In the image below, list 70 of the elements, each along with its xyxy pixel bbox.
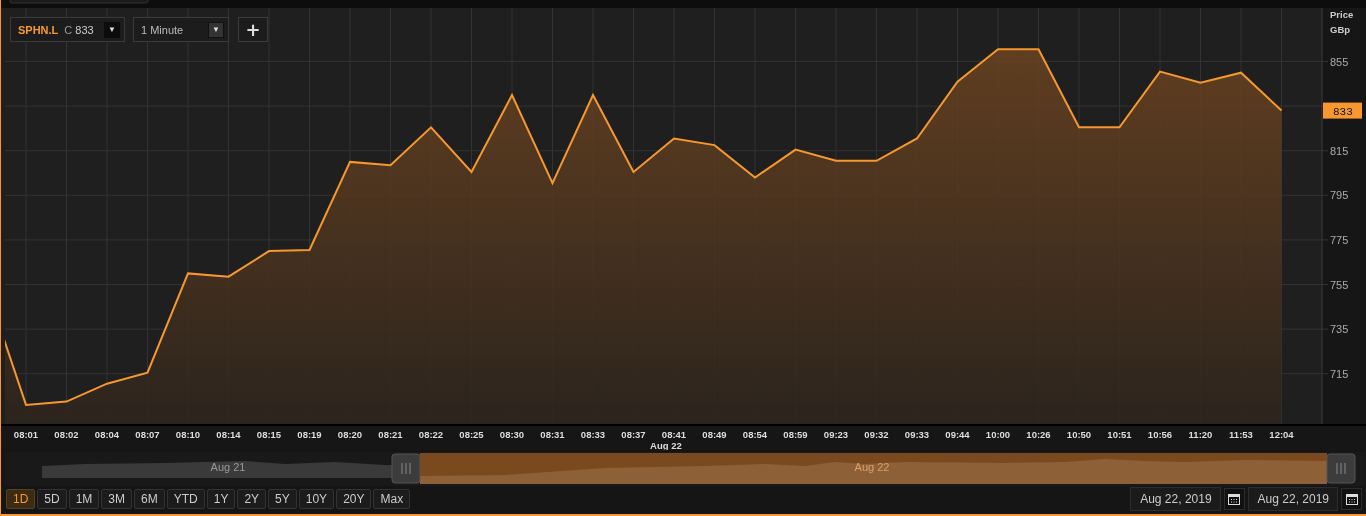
x-axis-label: 08:21 bbox=[378, 429, 403, 440]
x-axis-label: 08:30 bbox=[499, 429, 525, 440]
x-axis-label: 08:20 bbox=[337, 429, 363, 440]
range-button[interactable]: 20Y bbox=[336, 489, 372, 509]
x-axis-label: 08:19 bbox=[297, 429, 322, 440]
x-axis-label: 10:50 bbox=[1066, 429, 1092, 440]
x-axis-label: 08:04 bbox=[94, 429, 120, 440]
range-button[interactable]: 10Y bbox=[298, 489, 335, 509]
range-button[interactable]: 1M bbox=[68, 489, 100, 509]
x-axis-label: 08:01 bbox=[13, 429, 39, 440]
y-axis-label: 755 bbox=[1330, 278, 1349, 291]
x-axis-label: 09:44 bbox=[945, 429, 970, 440]
x-axis-label: 11:20 bbox=[1188, 429, 1213, 440]
x-axis-label: 09:32 bbox=[864, 429, 889, 440]
currency-label: GBp bbox=[1330, 24, 1351, 35]
calendar-icon bbox=[1345, 493, 1358, 505]
x-axis-label: 09:33 bbox=[904, 429, 930, 440]
range-button[interactable]: YTD bbox=[166, 489, 205, 509]
interval-dropdown[interactable]: 1 Minute ▼ bbox=[133, 17, 229, 42]
calendar-button[interactable] bbox=[1341, 488, 1362, 510]
calendar-button[interactable] bbox=[1223, 488, 1245, 510]
x-axis-label: 08:07 bbox=[135, 429, 160, 440]
x-axis-label: 08:54 bbox=[742, 429, 768, 440]
range-button[interactable]: 3M bbox=[101, 489, 133, 509]
x-axis-label: 08:37 bbox=[621, 429, 646, 440]
x-axis-label: 08:59 bbox=[783, 429, 808, 440]
range-button[interactable]: 2Y bbox=[237, 489, 267, 509]
y-axis-label: 855 bbox=[1330, 55, 1349, 68]
range-button[interactable]: 6M bbox=[134, 489, 165, 509]
x-axis-label: 08:25 bbox=[459, 429, 484, 440]
x-axis-label: 08:22 bbox=[418, 429, 444, 440]
x-axis-label: 10:26 bbox=[1026, 429, 1051, 440]
calendar-icon bbox=[1228, 493, 1241, 505]
range-button[interactable]: 1Y bbox=[206, 489, 236, 509]
x-axis-label: 08:14 bbox=[216, 429, 241, 440]
x-axis-label: 10:51 bbox=[1107, 429, 1132, 440]
y-axis-label: 795 bbox=[1330, 189, 1349, 202]
y-axis-label: 735 bbox=[1330, 323, 1349, 336]
x-axis-label: 08:49 bbox=[702, 429, 727, 440]
close-value: 833 bbox=[75, 23, 94, 36]
x-axis-label: 10:00 bbox=[985, 429, 1011, 440]
y-axis-label: 775 bbox=[1330, 233, 1349, 246]
close-label: C bbox=[64, 23, 73, 36]
symbol-label: SPHN.L bbox=[18, 23, 59, 36]
x-axis-label: 08:31 bbox=[540, 429, 565, 440]
x-axis-label: 09:23 bbox=[823, 429, 849, 440]
range-button[interactable]: 1D bbox=[6, 489, 36, 509]
start-date-field[interactable]: Aug 22, 2019 bbox=[1130, 487, 1221, 511]
range-handle[interactable] bbox=[1326, 453, 1356, 484]
x-axis-label: 08:41 bbox=[661, 429, 687, 440]
y-axis-label: 715 bbox=[1330, 367, 1349, 380]
navigator-label: Aug 21 bbox=[210, 461, 246, 473]
interval-value: 1 Minute bbox=[141, 23, 184, 36]
add-button[interactable]: + bbox=[238, 17, 268, 42]
range-button[interactable]: 5Y bbox=[268, 489, 297, 509]
range-button[interactable]: 5D bbox=[37, 489, 67, 509]
x-axis-label: 08:02 bbox=[54, 429, 79, 440]
axis-title: Price bbox=[1330, 9, 1354, 20]
x-axis-label: 11:53 bbox=[1229, 429, 1253, 440]
navigator-label: Aug 22 bbox=[854, 461, 890, 473]
x-axis-label: 12:04 bbox=[1269, 429, 1294, 440]
x-axis-label: 10:56 bbox=[1147, 429, 1173, 440]
x-axis-label: 08:33 bbox=[580, 429, 606, 440]
x-axis-label: 08:10 bbox=[175, 429, 201, 440]
range-button[interactable]: Max bbox=[373, 489, 411, 509]
end-date-field[interactable]: Aug 22, 2019 bbox=[1247, 487, 1338, 511]
x-axis-label: 08:15 bbox=[256, 429, 282, 440]
symbol-dropdown[interactable]: SPHN.L C 833 ▼ bbox=[10, 17, 125, 42]
range-handle[interactable] bbox=[391, 453, 421, 484]
y-axis-label: 815 bbox=[1330, 144, 1349, 157]
